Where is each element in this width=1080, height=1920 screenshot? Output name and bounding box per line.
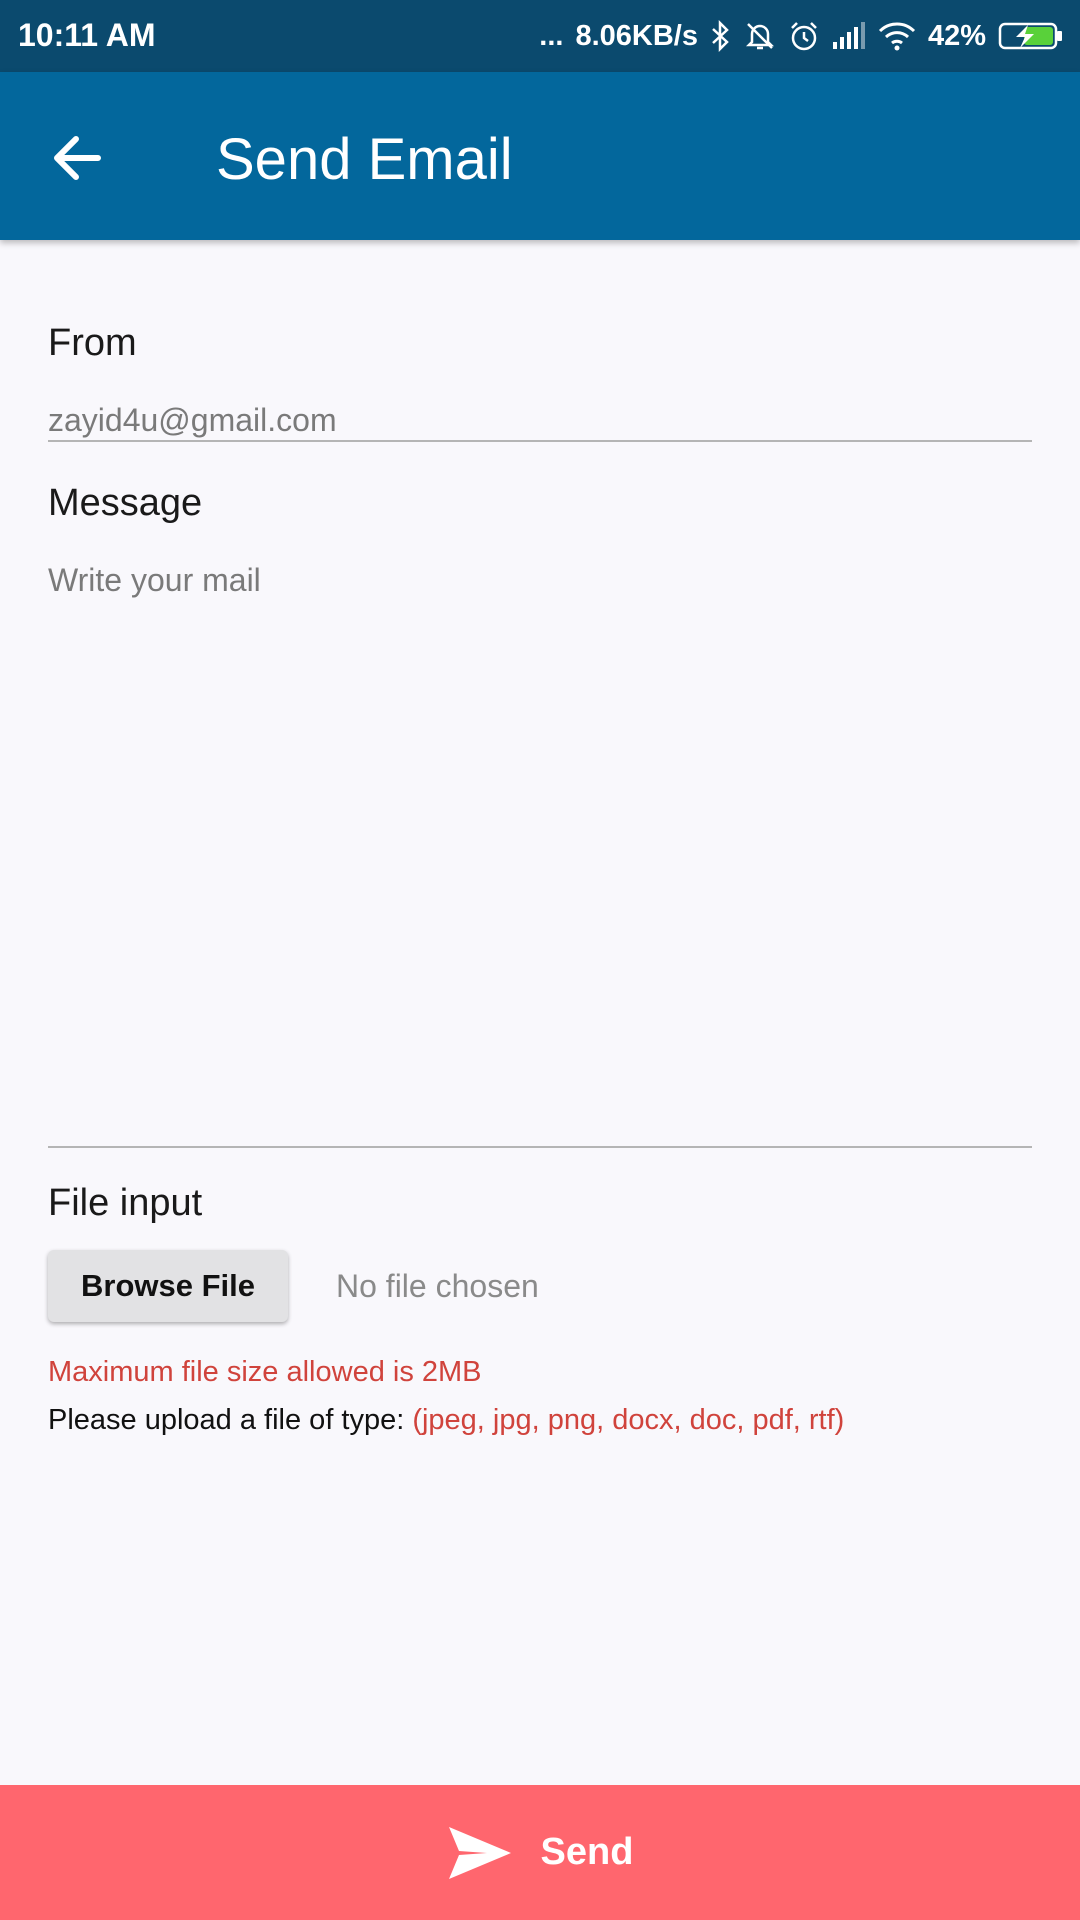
message-underline [48, 1146, 1032, 1148]
battery-percent: 42% [927, 19, 986, 52]
status-bar: 10:11 AM ... 8.06KB/s 42% [0, 0, 1080, 72]
from-field[interactable]: zayid4u@gmail.com [48, 402, 337, 439]
bluetooth-icon [710, 20, 732, 52]
muted-bell-icon [744, 20, 776, 52]
network-speed: 8.06KB/s [575, 19, 698, 52]
send-label: Send [540, 1831, 634, 1873]
message-label: Message [48, 482, 203, 524]
status-dots: ... [539, 19, 564, 52]
battery-charging-icon [998, 21, 1064, 51]
browse-file-button[interactable]: Browse File [48, 1250, 288, 1322]
alarm-icon [788, 20, 820, 52]
status-icons: ... 8.06KB/s 42% [539, 0, 1064, 72]
file-type-note: Please upload a file of type: (jpeg, jpg,… [48, 1404, 844, 1437]
send-icon [448, 1826, 511, 1879]
message-textarea[interactable]: Write your mail [48, 540, 1032, 1145]
app-bar: Send Email [0, 72, 1080, 240]
file-type-label: Please upload a file of type: [48, 1404, 405, 1436]
message-placeholder: Write your mail [48, 562, 261, 598]
wifi-icon [878, 21, 916, 51]
arrow-left-icon [54, 136, 101, 180]
signal-icon [832, 22, 866, 50]
no-file-chosen-text: No file chosen [336, 1268, 539, 1304]
status-time: 10:11 AM [18, 17, 156, 53]
send-button[interactable]: Send [0, 1785, 1080, 1920]
file-input-label: File input [48, 1182, 203, 1224]
page-title: Send Email [216, 127, 513, 192]
back-button[interactable] [48, 128, 108, 188]
max-size-note: Maximum file size allowed is 2MB [48, 1356, 482, 1388]
from-underline [48, 440, 1032, 442]
from-label: From [48, 322, 137, 364]
file-type-list: (jpeg, jpg, png, docx, doc, pdf, rtf) [412, 1404, 845, 1436]
